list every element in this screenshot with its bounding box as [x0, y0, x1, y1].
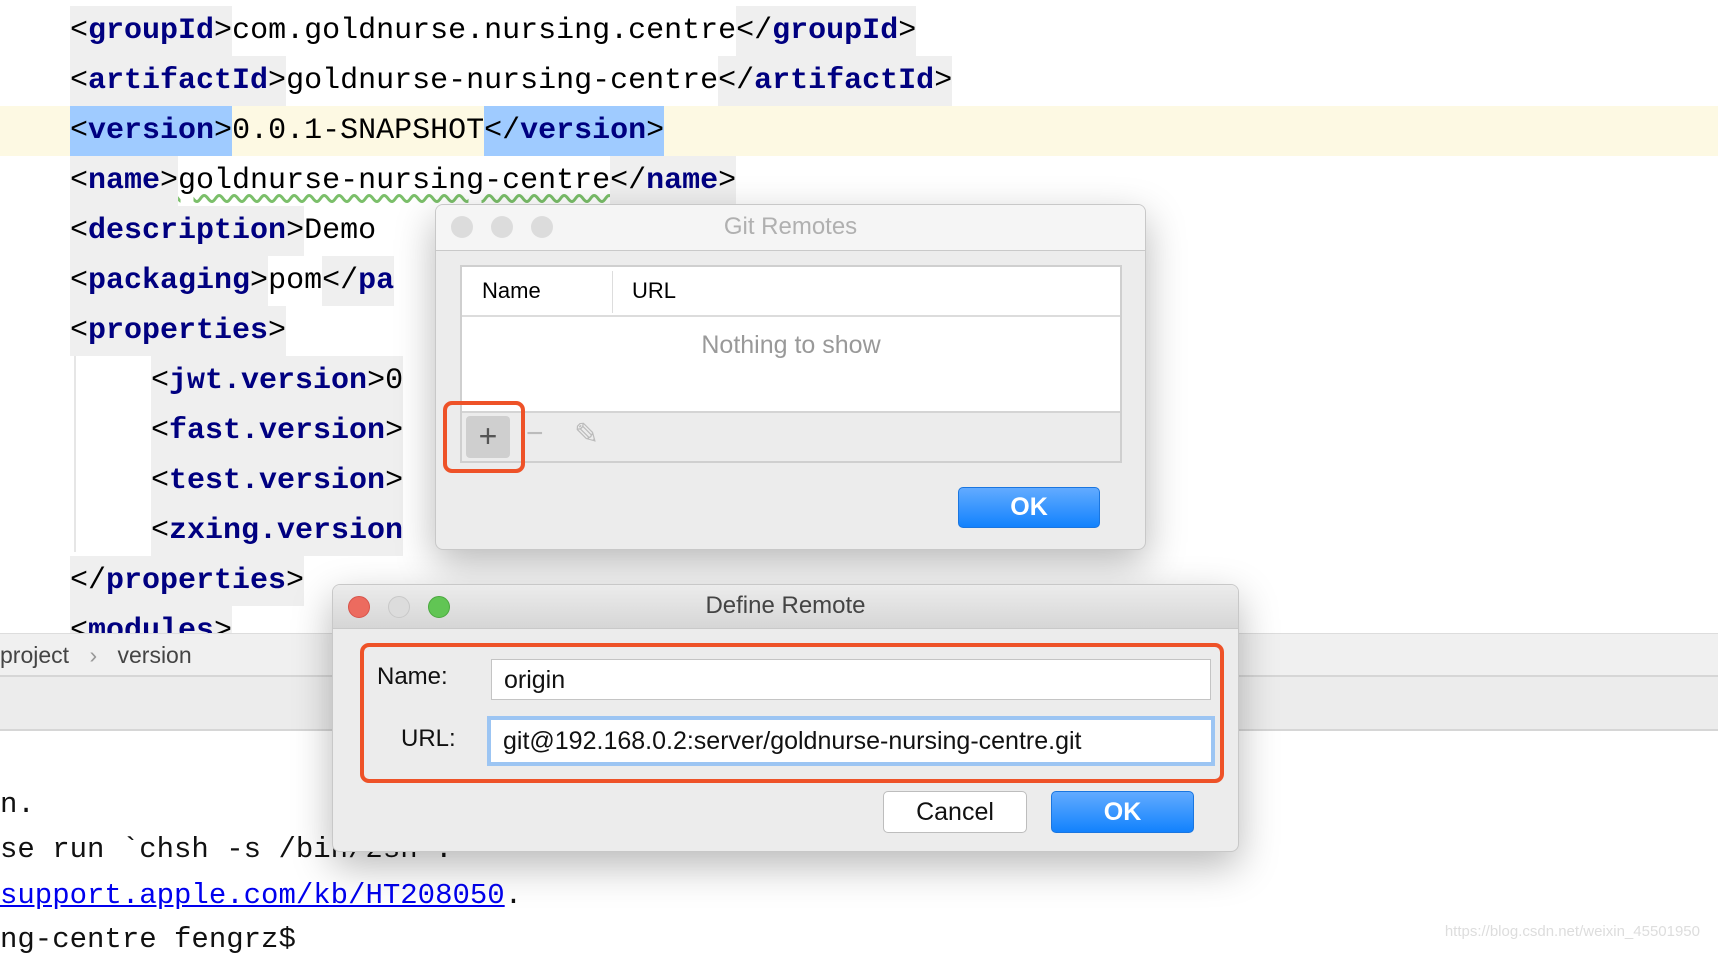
remotes-table: Name URL Nothing to show + − ✎: [460, 265, 1122, 463]
table-toolbar: + − ✎: [462, 411, 1120, 461]
minimize-icon[interactable]: [491, 216, 513, 238]
fields-highlight: [360, 643, 1224, 783]
column-divider: [612, 271, 613, 313]
empty-text: Nothing to show: [701, 331, 881, 359]
column-header-url[interactable]: URL: [632, 267, 676, 315]
code-line: <artifactId>goldnurse-nursing-centre</ar…: [0, 56, 1718, 106]
column-header-name[interactable]: Name: [482, 267, 541, 315]
add-button-highlight: [443, 401, 525, 473]
close-icon[interactable]: [348, 596, 370, 618]
title-bar[interactable]: Git Remotes: [436, 205, 1145, 251]
code-line: <name>goldnurse-nursing-centre</name>: [0, 156, 1718, 206]
maximize-icon[interactable]: [531, 216, 553, 238]
terminal-line: support.apple.com/kb/HT208050.: [0, 876, 522, 916]
dialog-title: Git Remotes: [723, 213, 858, 240]
title-bar[interactable]: Define Remote: [333, 585, 1238, 629]
edit-remote-button[interactable]: ✎: [574, 417, 599, 452]
git-remotes-dialog: Git Remotes Name URL Nothing to show + −…: [435, 204, 1146, 550]
table-header: Name URL: [462, 267, 1120, 317]
ok-button[interactable]: OK: [958, 487, 1100, 528]
indent-guide: [74, 356, 76, 552]
remove-remote-button[interactable]: −: [526, 417, 544, 451]
breadcrumb-item-version[interactable]: version: [118, 642, 192, 668]
maximize-icon[interactable]: [428, 596, 450, 618]
minimize-icon[interactable]: [388, 596, 410, 618]
close-icon[interactable]: [451, 216, 473, 238]
breadcrumb-item-project[interactable]: project: [0, 642, 69, 668]
breadcrumb-separator: ›: [89, 642, 98, 668]
cancel-button[interactable]: Cancel: [883, 791, 1027, 833]
terminal-prompt: ng-centre fengrz$: [0, 923, 296, 956]
ok-button[interactable]: OK: [1051, 791, 1194, 833]
watermark: https://blog.csdn.net/weixin_45501950: [1444, 923, 1700, 940]
dialog-title: Define Remote: [705, 592, 866, 619]
terminal-link[interactable]: support.apple.com/kb/HT208050: [0, 879, 505, 912]
code-line: <groupId>com.goldnurse.nursing.centre</g…: [0, 6, 1718, 56]
code-line-current: <version>0.0.1-SNAPSHOT</version>: [0, 106, 1718, 156]
terminal-text: .: [504, 879, 523, 912]
terminal-line: n.: [0, 788, 35, 821]
